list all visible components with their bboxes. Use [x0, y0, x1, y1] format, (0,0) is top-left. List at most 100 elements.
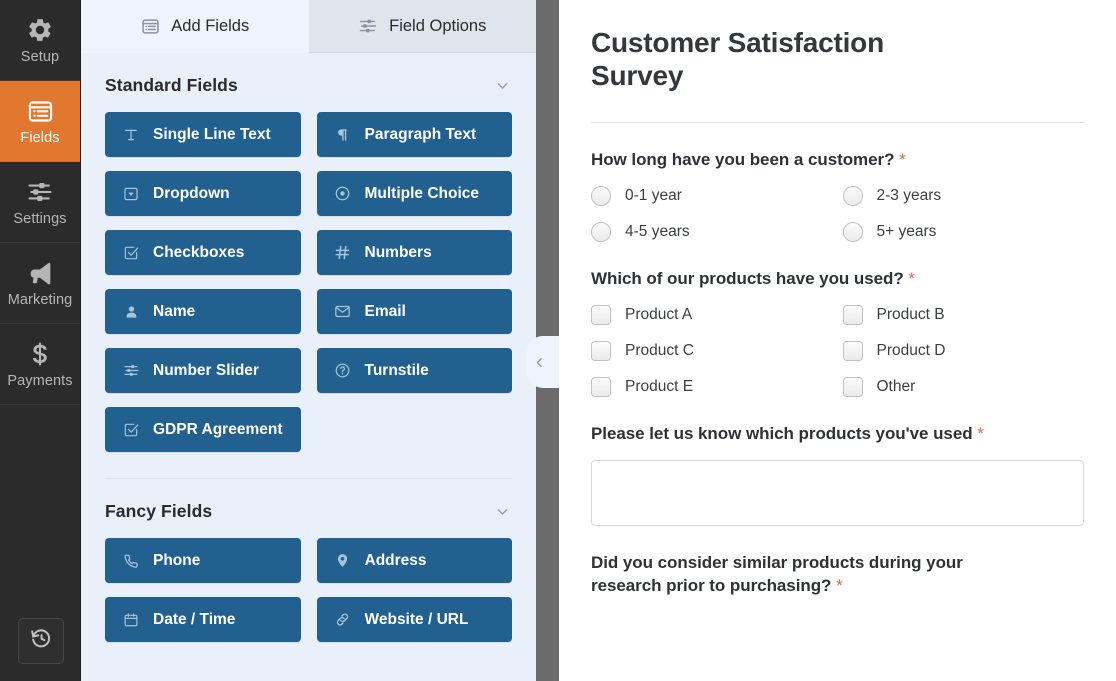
sidebar-item-label: Fields: [20, 131, 59, 146]
field-button-paragraph-text[interactable]: Paragraph Text: [317, 112, 513, 157]
form-list-icon: [25, 96, 55, 126]
tab-label: Add Fields: [171, 17, 249, 36]
checkbox-choice[interactable]: Product D: [843, 341, 1085, 361]
calendar-icon: [122, 611, 140, 629]
field-button-label: Phone: [153, 552, 200, 570]
preview-field-products-used[interactable]: Which of our products have you used? * P…: [591, 242, 1084, 397]
gear-icon: [25, 15, 55, 45]
checkbox-icon: [122, 244, 140, 262]
radio-choice-group: 0-1 year 2-3 years 4-5 years 5+ years: [591, 186, 1084, 242]
field-button-gdpr-agreement[interactable]: GDPR Agreement: [105, 407, 301, 452]
sliders-icon: [122, 362, 140, 380]
user-icon: [122, 303, 140, 321]
sidebar-item-settings[interactable]: Settings: [0, 162, 80, 243]
checkbox-choice-group: Product A Product B Product C Product D: [591, 305, 1084, 397]
tab-field-options[interactable]: Field Options: [309, 0, 537, 53]
checkbox-icon[interactable]: [591, 377, 611, 397]
hash-icon: [334, 244, 352, 262]
section-header-fancy-fields[interactable]: Fancy Fields: [81, 479, 536, 538]
field-button-label: Turnstile: [365, 362, 429, 380]
radio-icon[interactable]: [591, 186, 611, 206]
sidebar-item-marketing[interactable]: Marketing: [0, 243, 80, 324]
sidebar-item-payments[interactable]: Payments: [0, 324, 80, 405]
section-header-standard-fields[interactable]: Standard Fields: [81, 53, 536, 112]
revision-history-button[interactable]: [18, 618, 64, 664]
field-button-name[interactable]: Name: [105, 289, 301, 334]
field-label: Which of our products have you used? *: [591, 268, 1084, 291]
field-button-address[interactable]: Address: [317, 538, 513, 583]
field-label: Did you consider similar products during…: [591, 552, 1011, 598]
field-button-label: GDPR Agreement: [153, 421, 282, 439]
field-button-label: Multiple Choice: [365, 185, 480, 203]
fields-scroll-area: Standard Fields Single Line Text: [81, 53, 536, 681]
paragraph-icon: [334, 126, 352, 144]
radio-icon[interactable]: [843, 222, 863, 242]
field-button-turnstile[interactable]: Turnstile: [317, 348, 513, 393]
choice-label: 0-1 year: [625, 187, 682, 205]
sidebar-item-fields[interactable]: Fields: [0, 81, 80, 162]
field-button-numbers[interactable]: Numbers: [317, 230, 513, 275]
radio-choice[interactable]: 4-5 years: [591, 222, 833, 242]
field-label-text: How long have you been a customer?: [591, 150, 894, 169]
radio-icon: [334, 185, 352, 203]
field-button-label: Dropdown: [153, 185, 230, 203]
radio-icon[interactable]: [843, 186, 863, 206]
envelope-icon: [334, 303, 352, 321]
choice-label: Product E: [625, 378, 693, 396]
field-button-label: Website / URL: [365, 611, 469, 629]
field-button-single-line-text[interactable]: Single Line Text: [105, 112, 301, 157]
choice-label: 5+ years: [877, 223, 937, 241]
checkbox-icon[interactable]: [843, 305, 863, 325]
field-button-phone[interactable]: Phone: [105, 538, 301, 583]
dropdown-icon: [122, 185, 140, 203]
tab-label: Field Options: [389, 17, 486, 36]
preview-field-customer-duration[interactable]: How long have you been a customer? * 0-1…: [591, 123, 1084, 242]
field-button-number-slider[interactable]: Number Slider: [105, 348, 301, 393]
checkbox-choice[interactable]: Other: [843, 377, 1085, 397]
paragraph-text-input[interactable]: [591, 460, 1084, 526]
chevron-down-icon[interactable]: [494, 503, 511, 520]
field-button-label: Paragraph Text: [365, 126, 477, 144]
field-button-label: Email: [365, 303, 406, 321]
checkbox-icon[interactable]: [843, 377, 863, 397]
form-preview: Customer Satisfaction Survey How long ha…: [559, 0, 1116, 681]
field-label-text: Which of our products have you used?: [591, 269, 904, 288]
checkbox-icon[interactable]: [591, 341, 611, 361]
checkbox-choice[interactable]: Product B: [843, 305, 1085, 325]
link-icon: [334, 611, 352, 629]
sidebar-item-label: Setup: [21, 50, 59, 65]
choice-label: Product A: [625, 306, 692, 324]
collapse-panel-handle[interactable]: [527, 336, 559, 388]
choice-label: 2-3 years: [877, 187, 942, 205]
radio-choice[interactable]: 5+ years: [843, 222, 1085, 242]
field-button-date-time[interactable]: Date / Time: [105, 597, 301, 642]
field-button-checkboxes[interactable]: Checkboxes: [105, 230, 301, 275]
checkbox-icon[interactable]: [591, 305, 611, 325]
checkbox-choice[interactable]: Product A: [591, 305, 833, 325]
field-button-website-url[interactable]: Website / URL: [317, 597, 513, 642]
checkbox-icon[interactable]: [843, 341, 863, 361]
radio-icon[interactable]: [591, 222, 611, 242]
checkbox-choice[interactable]: Product C: [591, 341, 833, 361]
preview-field-similar-products[interactable]: Did you consider similar products during…: [591, 526, 1084, 598]
section-title: Standard Fields: [105, 75, 238, 96]
radio-choice[interactable]: 0-1 year: [591, 186, 833, 206]
field-button-label: Address: [365, 552, 427, 570]
add-fields-panel: Add Fields Field Options: [81, 0, 536, 681]
standard-fields-grid: Single Line Text Paragraph Text: [81, 112, 536, 452]
preview-field-products-detail[interactable]: Please let us know which products you've…: [591, 397, 1084, 526]
question-circle-icon: [334, 362, 352, 380]
sliders-icon: [358, 16, 378, 36]
dollar-icon: [25, 339, 55, 369]
field-button-label: Checkboxes: [153, 244, 244, 262]
sidebar-item-setup[interactable]: Setup: [0, 0, 80, 81]
field-button-email[interactable]: Email: [317, 289, 513, 334]
form-list-icon: [140, 16, 160, 36]
field-button-multiple-choice[interactable]: Multiple Choice: [317, 171, 513, 216]
radio-choice[interactable]: 2-3 years: [843, 186, 1085, 206]
tab-add-fields[interactable]: Add Fields: [81, 0, 309, 53]
field-button-dropdown[interactable]: Dropdown: [105, 171, 301, 216]
choice-label: Product C: [625, 342, 694, 360]
checkbox-choice[interactable]: Product E: [591, 377, 833, 397]
chevron-down-icon[interactable]: [494, 77, 511, 94]
